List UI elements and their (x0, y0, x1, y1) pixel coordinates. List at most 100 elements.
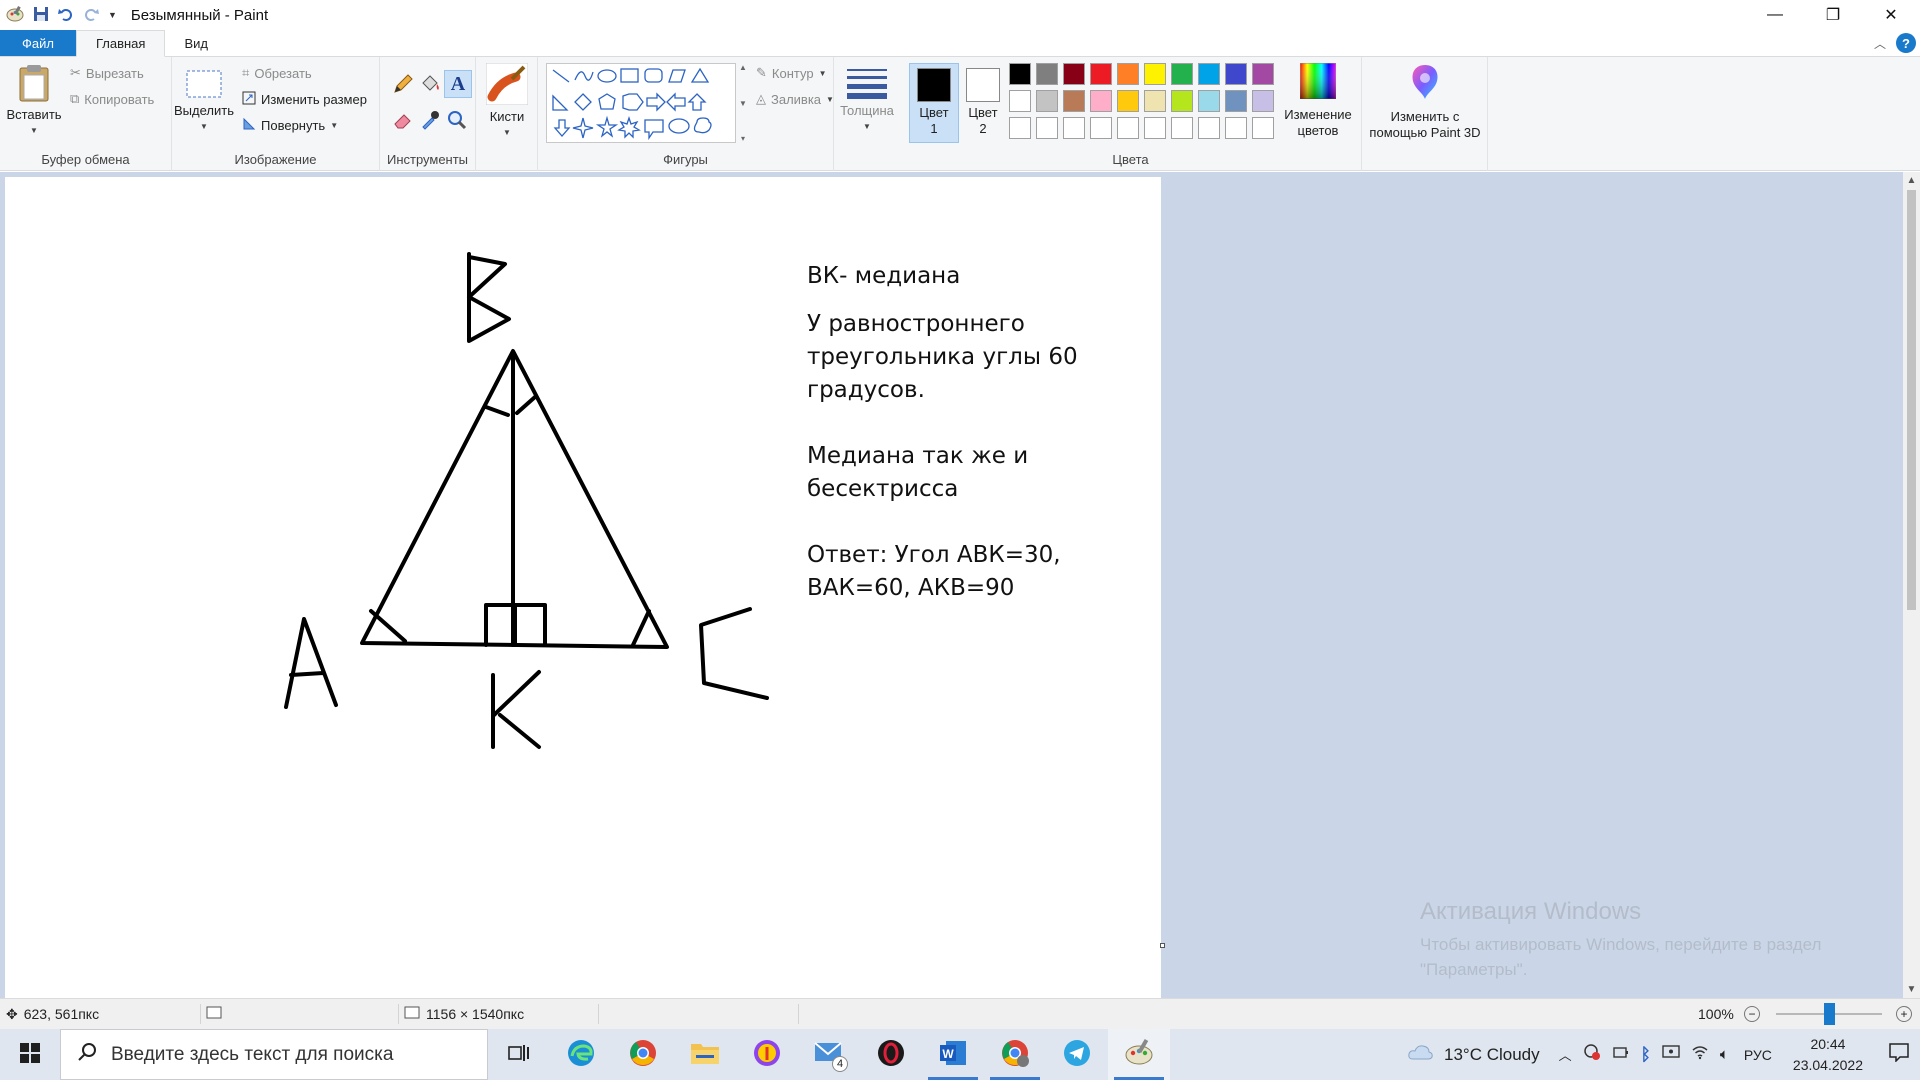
volume-icon[interactable]: 🔈︎ (1720, 1046, 1729, 1063)
drawing-canvas[interactable]: В А С К ВК- медиана У равностроннего тре… (5, 177, 1161, 998)
palette-color[interactable] (1063, 63, 1085, 85)
taskbar-word[interactable]: W (922, 1029, 984, 1080)
paint-app-icon[interactable] (6, 5, 24, 26)
outline-button[interactable]: ✎ Контур ▼ (756, 65, 827, 81)
taskbar-mail[interactable]: 4 (798, 1029, 860, 1080)
taskbar-search-box[interactable]: Введите здесь текст для поиска (60, 1029, 488, 1080)
weather-text[interactable]: 13°C Cloudy (1444, 1045, 1540, 1065)
custom-color-slot[interactable] (1225, 117, 1247, 139)
custom-color-slot[interactable] (1009, 117, 1031, 139)
crop-button[interactable]: ⌗ Обрезать (242, 65, 312, 81)
custom-color-slot[interactable] (1117, 117, 1139, 139)
brushes-button[interactable]: Кисти ▼ (482, 62, 532, 141)
resize-button[interactable]: Изменить размер (242, 91, 367, 108)
notifications-icon[interactable] (1888, 1042, 1910, 1067)
cut-button[interactable]: ✂ Вырезать (70, 65, 144, 81)
taskbar-opera-gx[interactable] (860, 1029, 922, 1080)
palette-color[interactable] (1009, 90, 1031, 112)
display-icon[interactable] (1662, 1044, 1680, 1065)
color2-selector[interactable]: Цвет 2 (958, 63, 1008, 143)
palette-color[interactable] (1117, 63, 1139, 85)
palette-color[interactable] (1171, 63, 1193, 85)
fill-button[interactable]: ◬ Заливка ▼ (756, 91, 834, 107)
palette-color[interactable] (1090, 63, 1112, 85)
taskbar-chrome-profile[interactable] (984, 1029, 1046, 1080)
palette-color[interactable] (1144, 63, 1166, 85)
palette-color[interactable] (1225, 63, 1247, 85)
zoom-in-button[interactable]: + (1896, 999, 1912, 1029)
select-button[interactable]: Выделить ▼ (174, 69, 234, 135)
maximize-button[interactable]: ❐ (1804, 0, 1862, 30)
shapes-gallery[interactable] (546, 63, 736, 143)
custom-color-slot[interactable] (1090, 117, 1112, 139)
palette-color[interactable] (1225, 90, 1247, 112)
help-icon[interactable]: ? (1896, 33, 1916, 53)
tab-view[interactable]: Вид (165, 30, 227, 56)
size-button[interactable]: Толщина ▼ (838, 67, 896, 135)
bluetooth-icon[interactable]: ᛒ (1641, 1045, 1651, 1065)
palette-color[interactable] (1171, 90, 1193, 112)
palette-color[interactable] (1198, 63, 1220, 85)
text-tool-icon[interactable]: A (444, 70, 472, 98)
palette-color[interactable] (1009, 63, 1031, 85)
taskbar-paint[interactable] (1108, 1029, 1170, 1080)
palette-color[interactable] (1117, 90, 1139, 112)
start-button[interactable] (0, 1029, 60, 1080)
palette-color[interactable] (1063, 90, 1085, 112)
taskbar-file-explorer[interactable] (674, 1029, 736, 1080)
scroll-up-icon[interactable]: ▲ (1903, 172, 1920, 189)
palette-color[interactable] (1252, 63, 1274, 85)
collapse-ribbon-icon[interactable]: ︿ (1874, 35, 1886, 52)
customize-toolbar-icon[interactable]: ▼ (108, 10, 117, 20)
zoom-slider-thumb[interactable] (1824, 1003, 1835, 1025)
zoom-out-button[interactable]: − (1744, 999, 1760, 1029)
taskbar-telegram[interactable] (1046, 1029, 1108, 1080)
task-view-button[interactable] (488, 1029, 550, 1080)
palette-color[interactable] (1090, 90, 1112, 112)
magnifier-icon[interactable] (446, 109, 468, 134)
pencil-icon[interactable] (392, 73, 414, 98)
undo-icon[interactable] (58, 6, 74, 25)
palette-color[interactable] (1198, 90, 1220, 112)
scrollbar-thumb[interactable] (1907, 190, 1916, 610)
minimize-button[interactable]: — (1746, 0, 1804, 30)
taskbar-edge[interactable] (550, 1029, 612, 1080)
weather-icon[interactable] (1407, 1043, 1433, 1066)
edit-with-paint3d-button[interactable]: Изменить с помощью Paint 3D (1366, 63, 1484, 141)
copy-button[interactable]: ⧉ Копировать (70, 91, 154, 107)
custom-color-slot[interactable] (1171, 117, 1193, 139)
wifi-icon[interactable] (1691, 1044, 1709, 1065)
custom-color-slot[interactable] (1036, 117, 1058, 139)
custom-color-slot[interactable] (1063, 117, 1085, 139)
taskbar-yandex[interactable] (736, 1029, 798, 1080)
palette-color[interactable] (1144, 90, 1166, 112)
taskbar-chrome[interactable] (612, 1029, 674, 1080)
tab-file[interactable]: Файл (0, 30, 76, 56)
custom-color-slot[interactable] (1198, 117, 1220, 139)
defender-icon[interactable] (1583, 1043, 1601, 1066)
save-icon[interactable] (33, 6, 49, 25)
color-picker-icon[interactable] (419, 109, 441, 134)
palette-color[interactable] (1252, 90, 1274, 112)
scroll-down-icon[interactable]: ▼ (1903, 981, 1920, 998)
paste-button[interactable]: Вставить ▼ (6, 63, 62, 139)
clock[interactable]: 20:44 23.04.2022 (1793, 1034, 1863, 1076)
color1-selector[interactable]: Цвет 1 (909, 63, 959, 143)
language-indicator[interactable]: РУС (1744, 1047, 1772, 1063)
edit-colors-button[interactable]: Изменение цветов (1278, 62, 1358, 139)
close-button[interactable]: ✕ (1862, 0, 1920, 30)
custom-color-slot[interactable] (1252, 117, 1274, 139)
chevron-up-icon[interactable]: ︿ (1559, 1045, 1572, 1064)
palette-color[interactable] (1036, 63, 1058, 85)
zoom-slider[interactable] (1776, 999, 1882, 1029)
rotate-button[interactable]: Повернуть ▼ (242, 117, 338, 134)
palette-color[interactable] (1036, 90, 1058, 112)
eraser-icon[interactable] (392, 109, 414, 134)
fill-bucket-icon[interactable] (419, 73, 441, 98)
redo-icon[interactable] (83, 6, 99, 25)
tab-home[interactable]: Главная (75, 30, 166, 57)
shapes-scroll[interactable]: ▲ ▼ ▾ (738, 63, 748, 143)
battery-icon[interactable] (1612, 1044, 1630, 1065)
canvas-resize-handle[interactable] (1160, 943, 1165, 948)
custom-color-slot[interactable] (1144, 117, 1166, 139)
